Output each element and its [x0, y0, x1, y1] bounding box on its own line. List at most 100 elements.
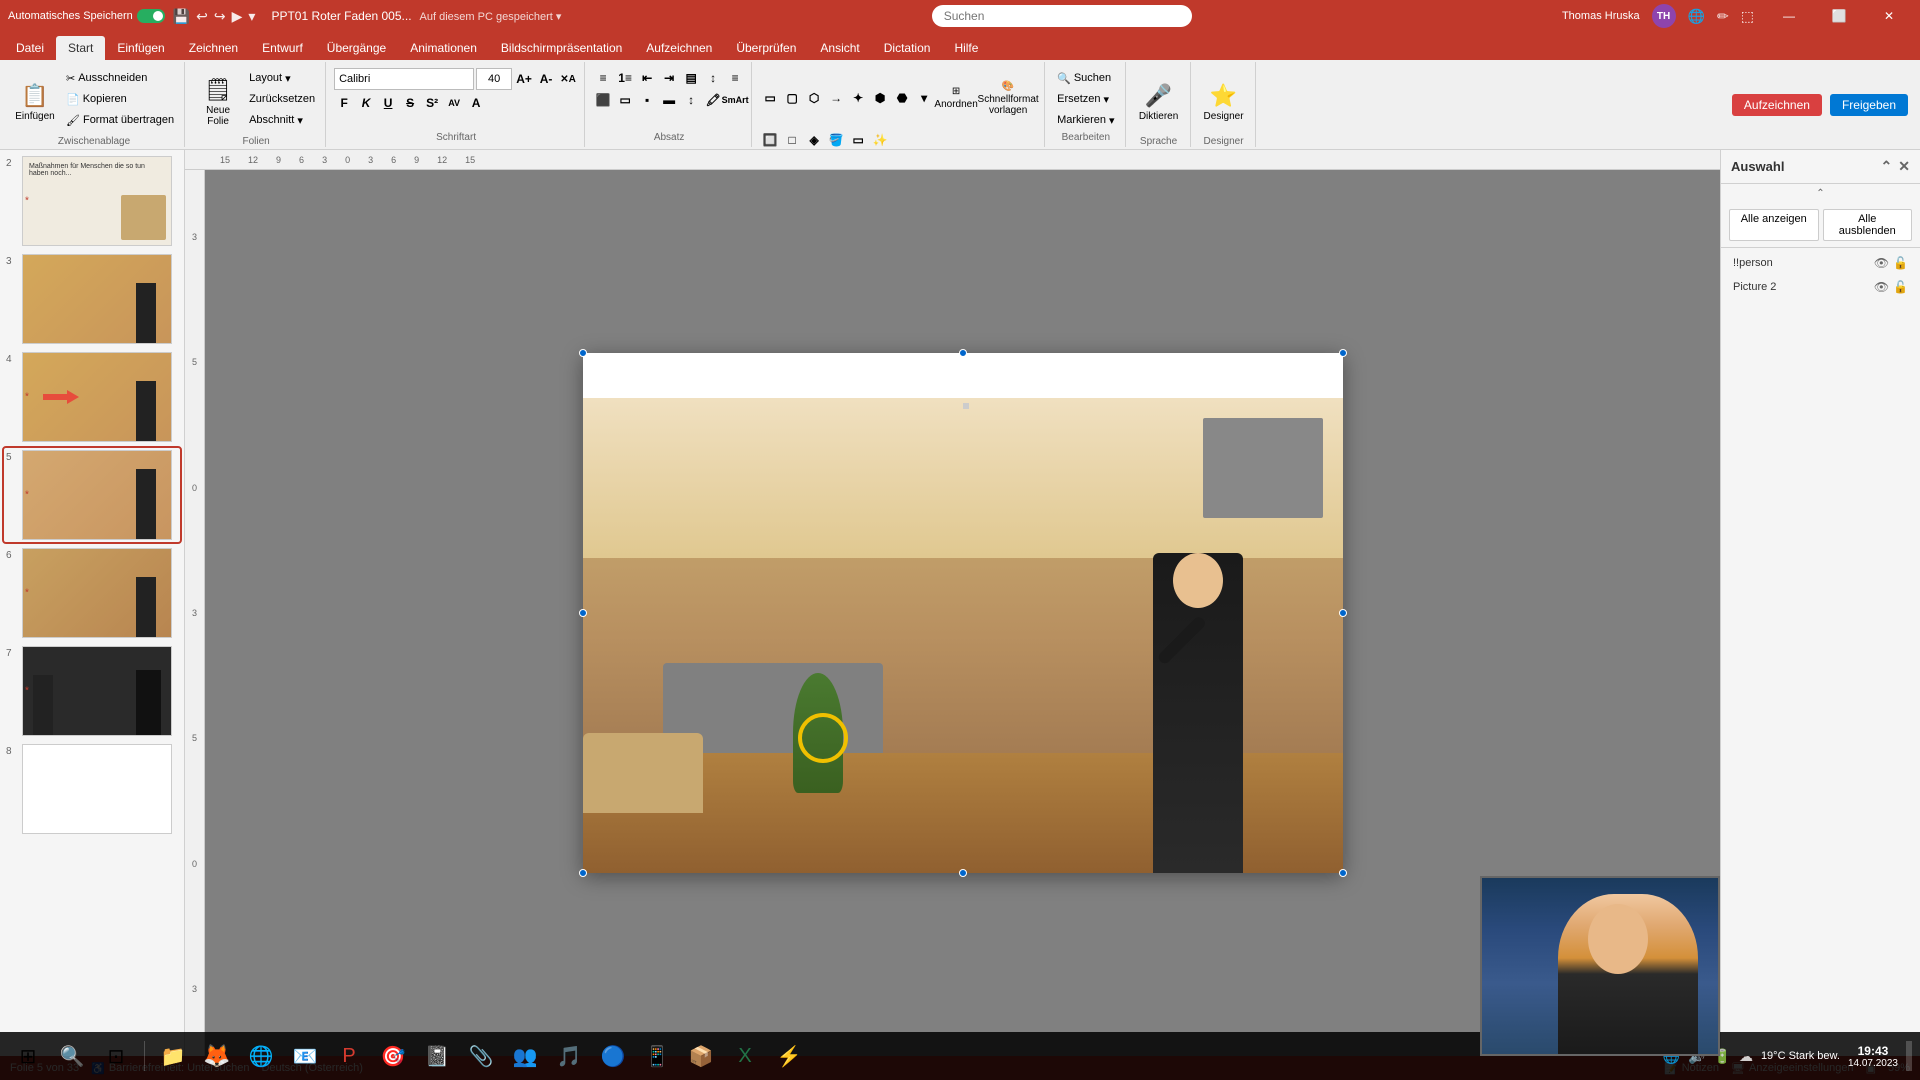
dropdown-icon[interactable]: ▾ [248, 8, 255, 25]
shape7[interactable]: ⬣ [892, 88, 912, 108]
slide-panel[interactable]: 2 Maßnahmen für Menschen die so tun habe… [0, 150, 185, 1056]
bold-button[interactable]: F [334, 93, 354, 113]
shape5[interactable]: ✦ [848, 88, 868, 108]
restore-button[interactable]: ⬜ [1816, 0, 1862, 32]
text-direction-button[interactable]: ↕ [703, 68, 723, 88]
redo-icon[interactable]: ↪ [214, 8, 226, 25]
save-icon[interactable]: 💾 [173, 8, 190, 25]
line-spacing-button[interactable]: ↕ [681, 90, 701, 110]
show-all-button[interactable]: Alle anzeigen [1729, 209, 1819, 241]
numbered-list-button[interactable]: 1≡ [615, 68, 635, 88]
suchen-button[interactable]: 🔍 Suchen [1053, 68, 1118, 88]
start-button[interactable]: ⊞ [8, 1036, 48, 1076]
format-uebertragen-button[interactable]: 🖌 Format übertragen [62, 110, 178, 130]
autosave-toggle[interactable]: Automatisches Speichern [8, 9, 165, 23]
slide-thumb-3[interactable] [22, 254, 172, 344]
taskbar-app6[interactable]: 📦 [681, 1036, 721, 1076]
tab-einfuegen[interactable]: Einfügen [105, 36, 176, 60]
freigeben-button[interactable]: Freigeben [1830, 94, 1908, 116]
decrease-indent-button[interactable]: ⇤ [637, 68, 657, 88]
shape6[interactable]: ⬢ [870, 88, 890, 108]
slide-item-5[interactable]: 5 * [4, 448, 180, 542]
align-right-button[interactable]: ▪ [637, 90, 657, 110]
resize-icon[interactable]: ⬚ [1741, 8, 1754, 25]
taskbar-app5[interactable]: 📱 [637, 1036, 677, 1076]
aufzeichnen-button[interactable]: Aufzeichnen [1732, 94, 1822, 116]
tab-uebergaenge[interactable]: Übergänge [315, 36, 398, 60]
markieren-button[interactable]: Markieren ▾ [1053, 110, 1118, 130]
tab-bildschirmpraesenation[interactable]: Bildschirmpräsentation [489, 36, 634, 60]
taskbar-excel[interactable]: X [725, 1036, 765, 1076]
close-button[interactable]: ✕ [1866, 0, 1912, 32]
tab-zeichnen[interactable]: Zeichnen [177, 36, 250, 60]
italic-button[interactable]: K [356, 93, 376, 113]
fill-button[interactable]: 🪣 [826, 130, 846, 150]
minimize-button[interactable]: — [1766, 0, 1812, 32]
person-lock-icon[interactable]: 🔓 [1893, 256, 1908, 270]
slide-item-8[interactable]: 8 [4, 742, 180, 836]
taskbar-files[interactable]: 📁 [153, 1036, 193, 1076]
selection-handle-ml[interactable] [579, 609, 587, 617]
taskbar-teams[interactable]: 👥 [505, 1036, 545, 1076]
tab-ueberpruefen[interactable]: Überprüfen [724, 36, 808, 60]
search-input[interactable] [932, 5, 1192, 27]
selection-handle-bm[interactable] [959, 869, 967, 877]
border-button[interactable]: ▭ [848, 130, 868, 150]
canvas-area[interactable]: 15129 630 369 1215 3503503 [185, 150, 1720, 1056]
font-size-input[interactable] [476, 68, 512, 90]
einfuegen-button[interactable]: 📋 Einfügen [10, 68, 60, 136]
system-clock[interactable]: 19:43 14.07.2023 [1848, 1044, 1898, 1069]
taskbar-chrome[interactable]: 🌐 [241, 1036, 281, 1076]
taskbar-onenote[interactable]: 📓 [417, 1036, 457, 1076]
designer-button[interactable]: ⭐ Designer [1199, 68, 1249, 136]
align-justify-button[interactable]: ▬ [659, 90, 679, 110]
slide-item-6[interactable]: 6 * [4, 546, 180, 640]
text-align-button[interactable]: ≡ [725, 68, 745, 88]
shape-fill-button[interactable]: 🔲 [760, 130, 780, 150]
tab-entwurf[interactable]: Entwurf [250, 36, 315, 60]
taskbar-powerpoint[interactable]: P [329, 1036, 369, 1076]
neue-folie-button[interactable]: 🗒 Neue Folie [193, 68, 243, 136]
weather-icon[interactable]: ☁ [1739, 1048, 1753, 1065]
person-visibility-icon[interactable]: 👁 [1874, 256, 1889, 270]
tab-aufzeichnen[interactable]: Aufzeichnen [634, 36, 724, 60]
ersetzen-button[interactable]: Ersetzen ▾ [1053, 89, 1118, 109]
slide-item-7[interactable]: 7 * [4, 644, 180, 738]
font-color-button[interactable]: A [466, 93, 486, 113]
zuruecksetzen-button[interactable]: Zurücksetzen [245, 89, 319, 109]
ausschneiden-button[interactable]: ✂ Ausschneiden [62, 68, 178, 88]
tab-start[interactable]: Start [56, 36, 105, 60]
undo-icon[interactable]: ↩ [196, 8, 208, 25]
align-left-button[interactable]: ⬛ [593, 90, 613, 110]
taskbar-app4[interactable]: 🔵 [593, 1036, 633, 1076]
kopieren-button[interactable]: 📄 Kopieren [62, 89, 178, 109]
slide-canvas[interactable] [583, 353, 1343, 873]
picture-lock-icon[interactable]: 🔓 [1893, 280, 1908, 294]
shape-border-button[interactable]: □ [782, 130, 802, 150]
formeffekt-button[interactable]: ✨ [870, 130, 890, 150]
shape3[interactable]: ⬡ [804, 88, 824, 108]
char-spacing-button[interactable]: AV [444, 93, 464, 113]
rounded-rect-shape[interactable]: ▢ [782, 88, 802, 108]
bullet-list-button[interactable]: ≡ [593, 68, 613, 88]
search-taskbar-button[interactable]: 🔍 [52, 1036, 92, 1076]
tab-dictation[interactable]: Dictation [872, 36, 943, 60]
taskview-button[interactable]: ⊡ [96, 1036, 136, 1076]
taskbar-app7[interactable]: ⚡ [769, 1036, 809, 1076]
selection-handle-tl[interactable] [579, 349, 587, 357]
selection-handle-mr[interactable] [1339, 609, 1347, 617]
selection-handle-tm[interactable] [959, 349, 967, 357]
more-shapes-button[interactable]: ▾ [914, 88, 934, 108]
abschnitt-button[interactable]: Abschnitt ▾ [245, 110, 319, 130]
slide-thumb-4[interactable]: * [22, 352, 172, 442]
slide-item-4[interactable]: 4 * [4, 350, 180, 444]
tab-hilfe[interactable]: Hilfe [942, 36, 990, 60]
tab-animationen[interactable]: Animationen [398, 36, 489, 60]
selection-handle-tr[interactable] [1339, 349, 1347, 357]
increase-indent-button[interactable]: ⇥ [659, 68, 679, 88]
smartart-button[interactable]: SmArt [725, 90, 745, 110]
align-center-button[interactable]: ▭ [615, 90, 635, 110]
highlight-button[interactable]: 🖍 [703, 90, 723, 110]
panel-close-button[interactable]: ✕ [1898, 158, 1910, 175]
decrease-font-button[interactable]: A- [536, 69, 556, 89]
